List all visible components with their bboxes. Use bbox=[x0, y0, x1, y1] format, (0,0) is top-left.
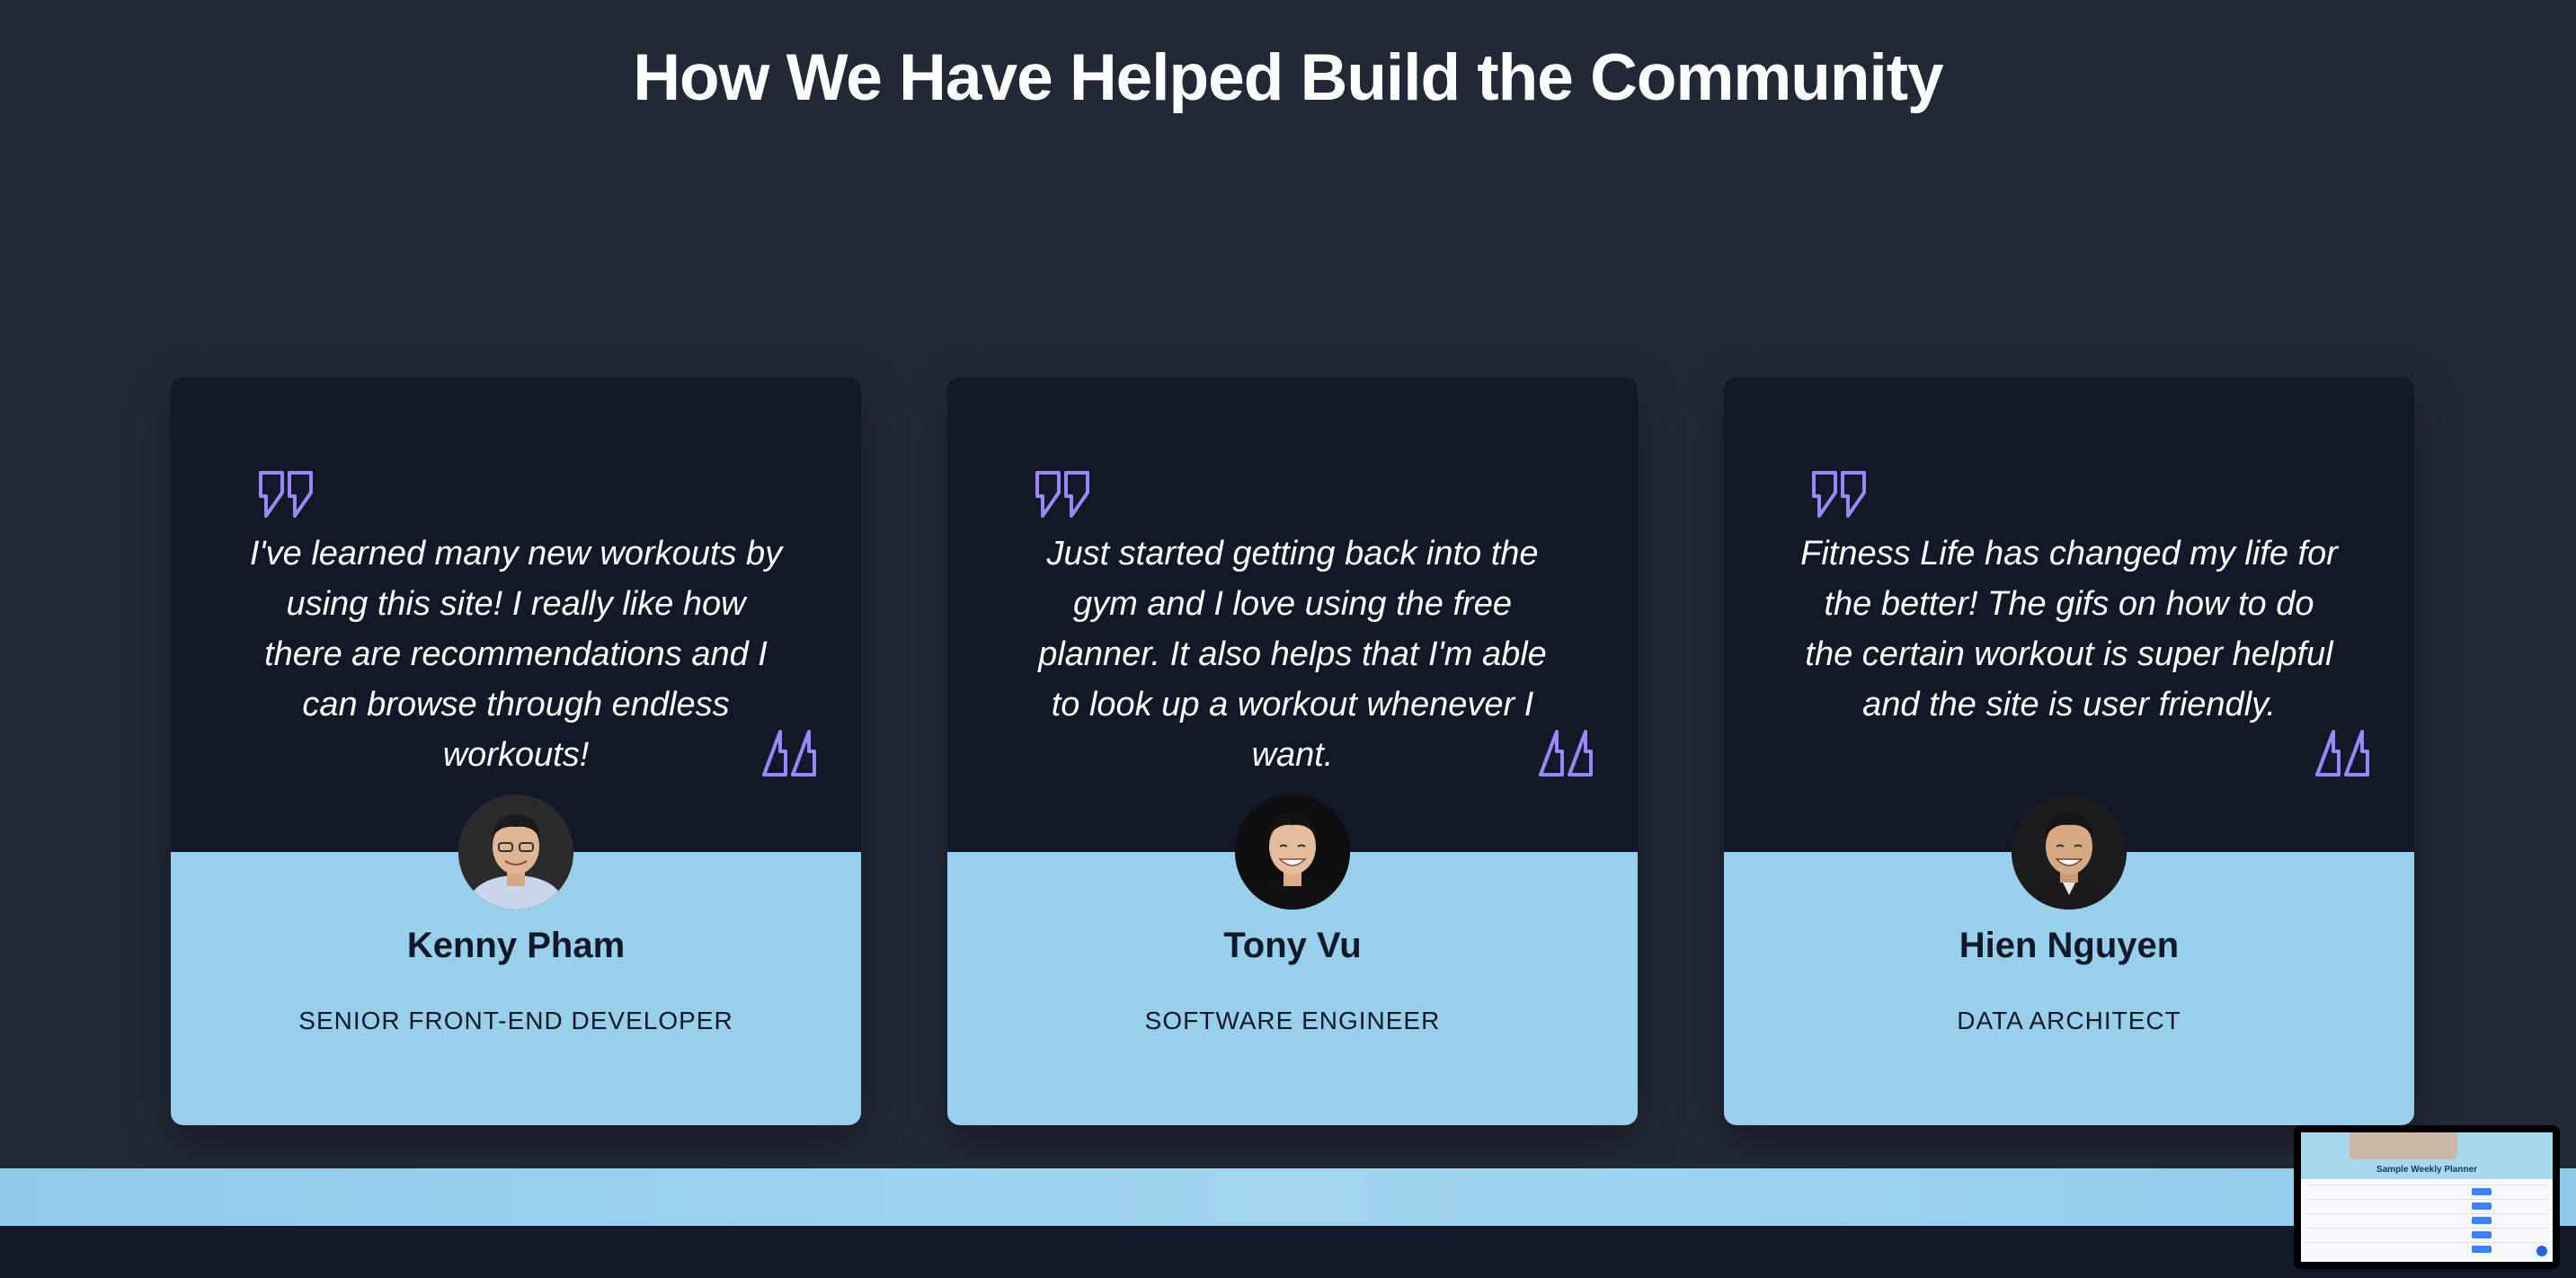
quote-close-icon bbox=[762, 730, 816, 777]
accent-band bbox=[0, 1168, 2576, 1226]
preview-button bbox=[2472, 1188, 2492, 1195]
quote-close-icon bbox=[2315, 730, 2369, 777]
preview-button bbox=[2472, 1231, 2492, 1238]
author-name: Kenny Pham bbox=[406, 926, 626, 965]
author-name: Hien Nguyen bbox=[1959, 926, 2180, 965]
preview-button bbox=[2472, 1246, 2492, 1253]
avatar bbox=[2012, 794, 2127, 910]
quote-open-icon bbox=[1035, 471, 1089, 518]
preview-title: Sample Weekly Planner bbox=[2376, 1165, 2478, 1175]
screen-preview-thumbnail[interactable]: Sample Weekly Planner bbox=[2294, 1125, 2560, 1269]
author-role: SENIOR FRONT-END DEVELOPER bbox=[298, 1007, 733, 1034]
author-name: Tony Vu bbox=[1223, 926, 1362, 965]
author-role: DATA ARCHITECT bbox=[1957, 1007, 2181, 1034]
preview-table-row bbox=[2306, 1213, 2547, 1214]
testimonial-quote: I've learned many new workouts by using … bbox=[249, 535, 783, 774]
testimonial-card: Fitness Life has changed my life for the… bbox=[1724, 377, 2414, 1125]
page-title: How We Have Helped Build the Community bbox=[633, 41, 1943, 114]
testimonial-quote: Just started getting back into the gym a… bbox=[1038, 535, 1547, 774]
preview-chat-icon bbox=[2536, 1246, 2547, 1256]
preview-hero-image bbox=[2349, 1132, 2457, 1159]
quote-open-icon bbox=[259, 471, 313, 518]
preview-screen: Sample Weekly Planner bbox=[2301, 1132, 2553, 1262]
testimonial-quote: Fitness Life has changed my life for the… bbox=[1800, 535, 2338, 723]
footer-strip bbox=[0, 1226, 2576, 1278]
preview-table-row bbox=[2306, 1199, 2547, 1200]
preview-button bbox=[2472, 1217, 2492, 1224]
preview-table-row bbox=[2306, 1242, 2547, 1243]
avatar bbox=[458, 794, 573, 910]
preview-table-row bbox=[2306, 1228, 2547, 1229]
quote-open-icon bbox=[1812, 471, 1866, 518]
avatar bbox=[1235, 794, 1350, 910]
quote-close-icon bbox=[1539, 730, 1593, 777]
testimonial-card: I've learned many new workouts by using … bbox=[171, 377, 861, 1125]
author-role: SOFTWARE ENGINEER bbox=[1144, 1007, 1441, 1034]
preview-button bbox=[2472, 1203, 2492, 1210]
testimonial-card: Just started getting back into the gym a… bbox=[947, 377, 1638, 1125]
